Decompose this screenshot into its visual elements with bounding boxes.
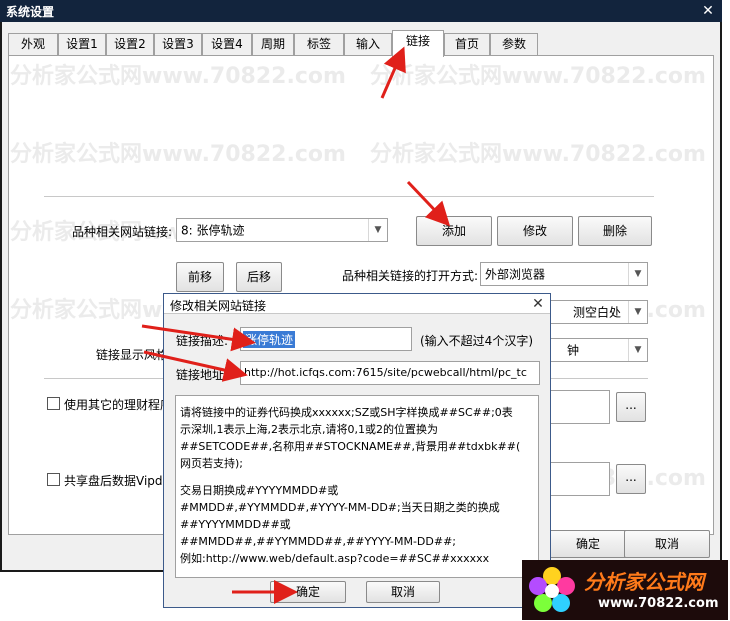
dialog-title: 修改相关网站链接 xyxy=(170,299,267,313)
close-icon[interactable]: ✕ xyxy=(528,295,548,313)
link-addr-input[interactable]: http://hot.icfqs.com:7615/site/pcwebcall… xyxy=(240,361,540,385)
tab-settings4[interactable]: 设置4 xyxy=(202,33,252,56)
help-text: 请将链接中的证券代码换成xxxxxx;SZ或SH字样换成##SC##;0表 示深… xyxy=(180,406,521,565)
link-desc-hint: (输入不超过4个汉字) xyxy=(420,334,533,348)
logo-url: www.70822.com xyxy=(598,596,719,611)
help-text-box: 请将链接中的证券代码换成xxxxxx;SZ或SH字样换成##SC##;0表 示深… xyxy=(175,395,539,578)
link-desc-input[interactable]: 涨停轨迹 xyxy=(240,327,412,351)
share-path-field[interactable] xyxy=(550,462,610,496)
tab-settings3[interactable]: 设置3 xyxy=(154,33,202,56)
separator xyxy=(44,196,654,197)
share-data-label: 共享盘后数据Vipd xyxy=(64,474,163,488)
open-mode-select[interactable]: 外部浏览器 ▼ xyxy=(480,262,648,286)
site-link-label: 品种相关网站链接: xyxy=(72,225,173,239)
tab-labels[interactable]: 标签 xyxy=(294,33,344,56)
use-other-label: 使用其它的理财程序 xyxy=(64,398,173,412)
chevron-down-icon: ▼ xyxy=(628,301,647,323)
tab-params[interactable]: 参数 xyxy=(490,33,538,56)
tab-home[interactable]: 首页 xyxy=(444,33,490,56)
flower-logo-icon xyxy=(529,567,575,612)
logo-text: 分析家公式网 xyxy=(584,570,704,594)
chevron-down-icon: ▼ xyxy=(368,219,387,241)
main-cancel-button[interactable]: 取消 xyxy=(624,530,710,558)
tab-appearance[interactable]: 外观 xyxy=(8,33,58,56)
tab-links[interactable]: 链接 xyxy=(392,30,444,57)
tab-settings2[interactable]: 设置2 xyxy=(106,33,154,56)
brand-logo: 分析家公式网 www.70822.com xyxy=(522,560,728,620)
link-addr-label: 链接地址: xyxy=(176,368,229,382)
use-other-checkbox[interactable] xyxy=(47,397,60,410)
chevron-down-icon: ▼ xyxy=(628,339,647,361)
add-button[interactable]: 添加 xyxy=(416,216,492,246)
window-title: 系统设置 xyxy=(6,5,55,19)
chevron-down-icon: ▼ xyxy=(628,263,647,285)
open-mode-label: 品种相关链接的打开方式: xyxy=(342,269,479,283)
move-up-button[interactable]: 前移 xyxy=(176,262,224,292)
dialog-cancel-button[interactable]: 取消 xyxy=(366,581,440,603)
position-select[interactable]: 测空白处 ▼ xyxy=(548,300,648,324)
tab-input[interactable]: 输入 xyxy=(344,33,392,56)
display-style-label: 链接显示风格 xyxy=(96,348,169,362)
display-style-select[interactable]: 钟 ▼ xyxy=(548,338,648,362)
close-icon[interactable]: ✕ xyxy=(698,2,718,20)
other-path-field[interactable] xyxy=(550,390,610,424)
delete-button[interactable]: 删除 xyxy=(578,216,652,246)
browse-button[interactable]: ... xyxy=(616,392,646,422)
dialog-ok-button[interactable]: 确定 xyxy=(270,581,346,603)
tab-settings1[interactable]: 设置1 xyxy=(58,33,106,56)
move-down-button[interactable]: 后移 xyxy=(236,262,282,292)
link-desc-label: 链接描述: xyxy=(176,334,229,348)
tab-period[interactable]: 周期 xyxy=(252,33,294,56)
modify-button[interactable]: 修改 xyxy=(497,216,573,246)
main-ok-button[interactable]: 确定 xyxy=(548,530,628,558)
site-link-select[interactable]: 8: 张停轨迹 ▼ xyxy=(176,218,388,242)
share-data-checkbox[interactable] xyxy=(47,473,60,486)
browse-button[interactable]: ... xyxy=(616,464,646,494)
dialog-titlebar[interactable]: 修改相关网站链接 ✕ xyxy=(164,294,550,314)
window-titlebar[interactable]: 系统设置 ✕ xyxy=(0,0,722,22)
